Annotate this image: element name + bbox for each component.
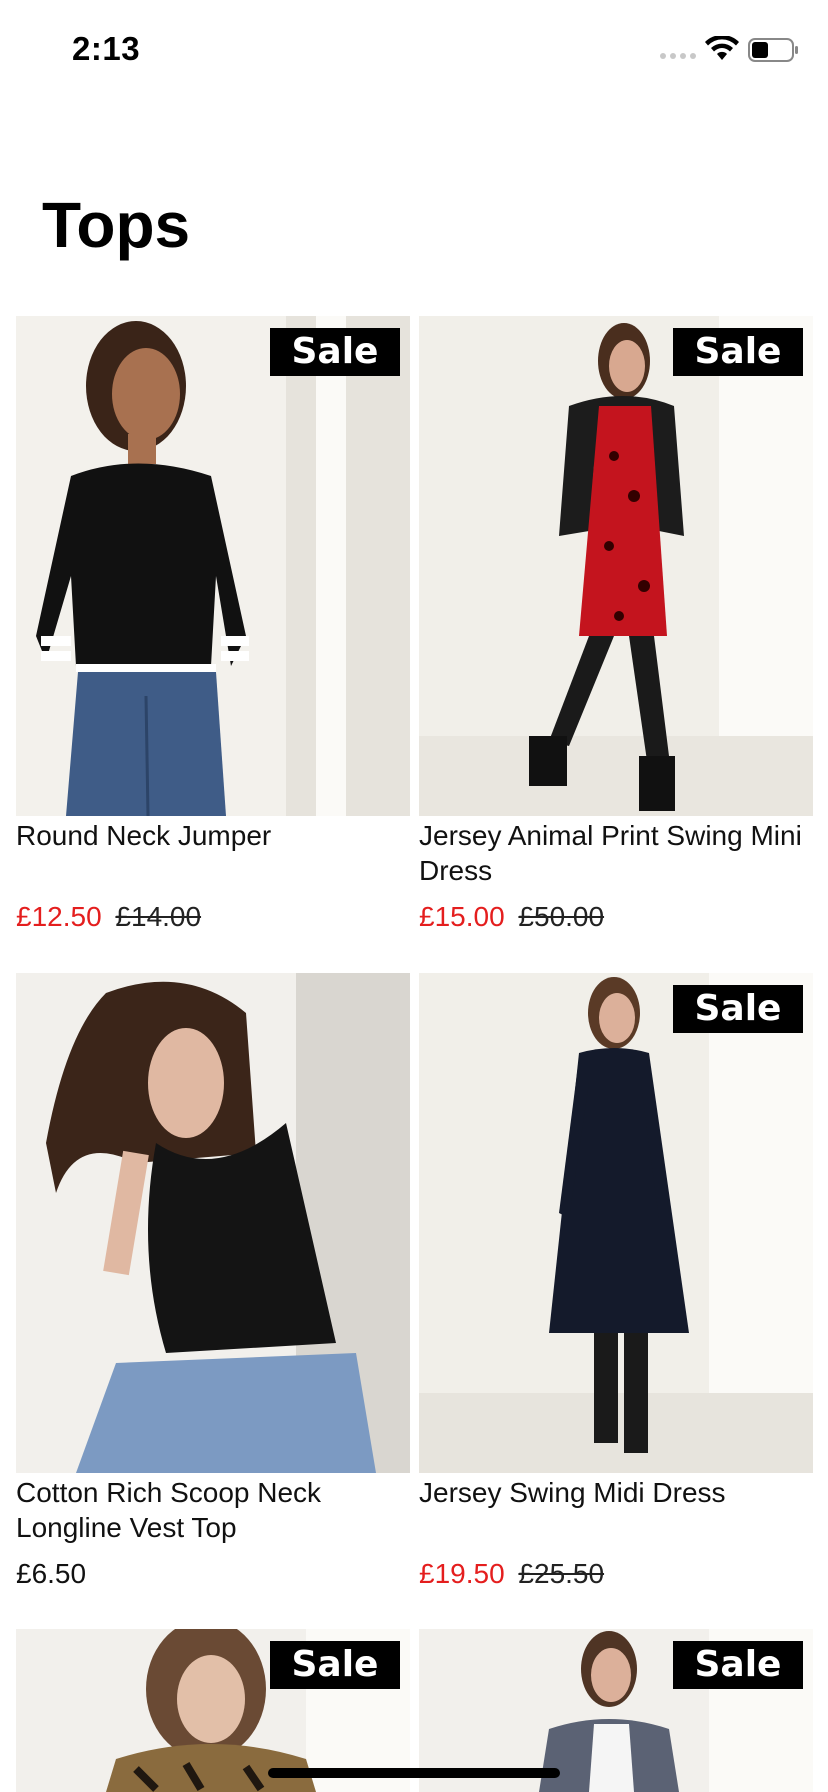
product-photo — [16, 973, 410, 1473]
product-name[interactable]: Jersey Animal Print Swing Mini Dress — [419, 818, 813, 888]
status-bar: 2:13 — [0, 0, 828, 100]
battery-icon — [748, 38, 798, 62]
price-row: £15.00 £50.00 — [419, 900, 813, 934]
product-card[interactable]: Sale Jersey Animal Print Swing Mini Dres… — [419, 316, 813, 934]
sale-price: £15.00 — [419, 901, 505, 932]
price-row: £6.50 — [16, 1557, 410, 1591]
wifi-icon — [705, 36, 739, 60]
product-card[interactable]: Cotton Rich Scoop Neck Longline Vest Top… — [16, 973, 410, 1591]
cellular-signal-icon — [660, 53, 696, 59]
original-price: £50.00 — [518, 901, 605, 932]
original-price: £14.00 — [115, 901, 202, 932]
home-indicator[interactable] — [268, 1768, 560, 1778]
product-card[interactable]: Sale Round Neck Jumper £12.50 £14.00 — [16, 316, 410, 934]
product-card[interactable]: Sale Jersey Swing Midi Dress £19.50 £25.… — [419, 973, 813, 1591]
original-price: £25.50 — [518, 1558, 605, 1589]
price: £6.50 — [16, 1558, 87, 1589]
product-name[interactable]: Round Neck Jumper — [16, 818, 410, 888]
page-title: Tops — [42, 189, 191, 261]
product-name[interactable]: Jersey Swing Midi Dress — [419, 1475, 813, 1545]
product-image[interactable]: Sale — [16, 316, 410, 816]
product-image[interactable] — [16, 973, 410, 1473]
sale-badge: Sale — [673, 1641, 803, 1689]
sale-price: £12.50 — [16, 901, 102, 932]
sale-badge: Sale — [270, 1641, 400, 1689]
price-row: £12.50 £14.00 — [16, 900, 410, 934]
product-photo — [419, 316, 813, 816]
sale-price: £19.50 — [419, 1558, 505, 1589]
status-time: 2:13 — [72, 30, 141, 67]
price-row: £19.50 £25.50 — [419, 1557, 813, 1591]
sale-badge: Sale — [673, 985, 803, 1033]
product-image[interactable]: Sale — [419, 973, 813, 1473]
product-image[interactable]: Sale — [419, 316, 813, 816]
product-photo — [16, 316, 410, 816]
product-photo — [419, 973, 813, 1473]
sale-badge: Sale — [270, 328, 400, 376]
sale-badge: Sale — [673, 328, 803, 376]
product-name[interactable]: Cotton Rich Scoop Neck Longline Vest Top — [16, 1475, 410, 1545]
